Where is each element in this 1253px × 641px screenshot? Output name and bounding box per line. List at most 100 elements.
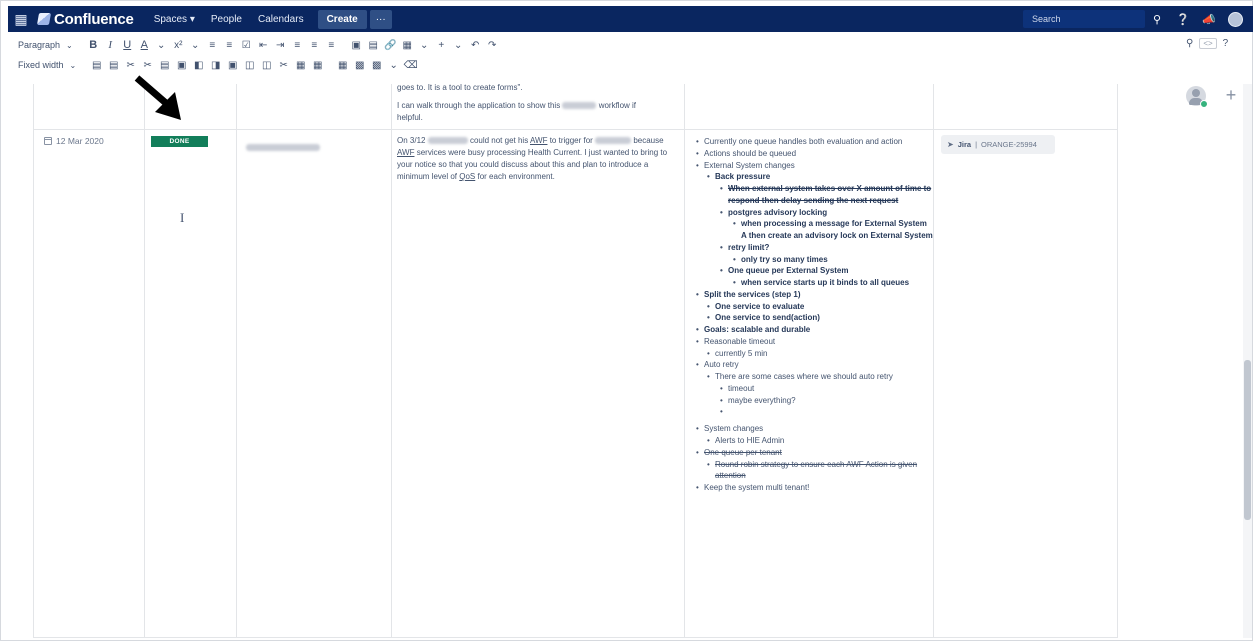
table-border [33,637,1118,638]
bullet-list-icon[interactable]: ≡ [204,40,221,51]
list-item: Keep the system multi tenant! [696,482,934,494]
list-item: Alerts to HIE Admin [707,435,934,447]
link-icon[interactable]: 🔗 [382,40,399,51]
previous-row-description[interactable]: goes to. It is a tool to create forms". … [397,82,682,124]
page-layout-icon[interactable]: ▣ [348,40,365,51]
width-chevron-down-icon[interactable]: ⌄ [70,61,77,70]
page-width-select[interactable]: Fixed width [18,60,64,70]
find-replace-icon[interactable]: ⚲ [1186,38,1193,49]
confluence-logo[interactable]: Confluence [36,11,134,28]
insert-column-right-icon[interactable]: ◨ [207,60,224,71]
paste-row-icon[interactable]: ▤ [156,60,173,71]
more-create-button[interactable]: ··· [369,9,392,29]
list-item: One queue per tenant [696,447,934,459]
list-item: Actions should be queued [696,148,934,160]
list-item: Round robin strategy to ensure each AWF … [707,459,934,483]
user-avatar[interactable] [1228,11,1243,27]
list-item: only try so many times [733,254,934,266]
annotation-arrow-icon [134,75,181,120]
calendar-icon [44,137,52,145]
nav-people[interactable]: People [203,6,250,32]
more-formatting-chevron-icon[interactable]: ⌄ [187,40,204,51]
table-border [33,84,34,638]
header-row-icon[interactable]: ▦ [292,60,309,71]
list-item: retry limit? [720,242,934,254]
list-item: Back pressure [707,171,934,183]
invite-collaborator-button[interactable]: + [1221,86,1241,106]
list-item: postgres advisory locking [720,207,934,219]
italic-button[interactable]: I [102,39,119,51]
align-center-icon[interactable]: ≡ [306,40,323,51]
delete-column-icon[interactable]: ▣ [224,60,241,71]
online-status-badge [1200,100,1208,108]
task-list-icon[interactable]: ☑ [238,40,255,51]
numbered-list-icon[interactable]: ≡ [221,40,238,51]
nav-calendars[interactable]: Calendars [250,6,312,32]
align-right-icon[interactable]: ≡ [323,40,340,51]
more-formatting-button[interactable]: x² [170,40,187,51]
underline-button[interactable]: U [119,39,136,51]
redacted-text [246,144,320,152]
delete-table-icon[interactable]: ⌫ [402,60,419,71]
header-column-icon[interactable]: ▦ [309,60,326,71]
table-chevron-icon[interactable]: ⌄ [416,40,433,51]
editor-toolbar-table: Fixed width ⌄ ▤ ▤ ✂ ✂ ▤ ▣ ◧ ◨ ▣ ◫ ◫ ✂ ▦ … [18,56,419,74]
search-input[interactable]: Search [1023,10,1145,28]
chevron-down-icon[interactable]: ⌄ [66,41,73,50]
assignee-mention[interactable] [246,139,320,157]
align-left-icon[interactable]: ≡ [289,40,306,51]
scrollbar-thumb[interactable] [1244,360,1251,520]
redacted-text [562,102,597,110]
list-item: Split the services (step 1) [696,289,934,301]
insert-column-left-icon[interactable]: ◧ [190,60,207,71]
insert-row-above-icon[interactable]: ▤ [88,60,105,71]
table-border [33,129,1118,130]
jira-issue-link[interactable]: ➤ Jira | ORANGE-25994 [941,135,1055,154]
help-question-icon[interactable]: ? [1223,38,1229,49]
editor-toolbar-right: ⚲ <> ? [1186,38,1228,49]
source-editor-icon[interactable]: <> [1199,38,1217,49]
cut-row-icon[interactable]: ✂ [122,60,139,71]
merge-cells-icon[interactable]: ◫ [241,60,258,71]
bold-button[interactable]: B [85,39,102,51]
insert-more-icon[interactable]: + [433,40,450,51]
text-color-chevron-icon[interactable]: ⌄ [153,40,170,51]
paragraph-style-select[interactable]: Paragraph [18,40,60,50]
cell-color-chevron-icon[interactable]: ⌄ [385,60,402,71]
list-item: There are some cases where we should aut… [707,371,934,383]
image-icon[interactable]: ▤ [365,40,382,51]
insert-row-below-icon[interactable]: ▤ [105,60,122,71]
outdent-icon[interactable]: ⇤ [255,40,272,51]
status-badge[interactable]: DONE [151,136,208,147]
split-cell-icon[interactable]: ◫ [258,60,275,71]
cut-column-icon[interactable]: ✂ [275,60,292,71]
text-color-button[interactable]: A [136,39,153,51]
help-icon[interactable]: ❔ [1176,13,1190,26]
date-lozenge[interactable]: 12 Mar 2020 [44,136,104,146]
create-button[interactable]: Create [317,9,367,29]
table-border [1117,84,1118,638]
list-item: System changes [696,423,934,435]
list-item: One service to send(action) [707,312,934,324]
undo-icon[interactable]: ↶ [467,40,484,51]
notifications-icon[interactable]: 📣 [1202,13,1216,26]
list-item: Goals: scalable and durable [696,324,934,336]
row-description[interactable]: On 3/12 could not get his AWF to trigger… [397,135,682,183]
list-item: Reasonable timeout [696,336,934,348]
cell-color-icon[interactable]: ▩ [368,60,385,71]
top-navigation: ▦ Confluence Spaces ▾ People Calendars C… [8,6,1253,32]
app-switcher-icon[interactable]: ▦ [8,6,34,32]
copy-row-icon[interactable]: ✂ [139,60,156,71]
list-item: when processing a message for External S… [733,218,934,242]
delete-row-icon[interactable]: ▣ [173,60,190,71]
nav-spaces[interactable]: Spaces ▾ [146,6,203,32]
indent-icon[interactable]: ⇥ [272,40,289,51]
redo-icon[interactable]: ↷ [484,40,501,51]
table-border [684,84,685,638]
search-icon[interactable]: ⚲ [1150,13,1164,26]
insert-chevron-icon[interactable]: ⌄ [450,40,467,51]
numbered-column-icon[interactable]: ▦ [334,60,351,71]
highlight-column-icon[interactable]: ▩ [351,60,368,71]
row-notes-list[interactable]: Currently one queue handles both evaluat… [694,136,934,494]
table-icon[interactable]: ▦ [399,40,416,51]
